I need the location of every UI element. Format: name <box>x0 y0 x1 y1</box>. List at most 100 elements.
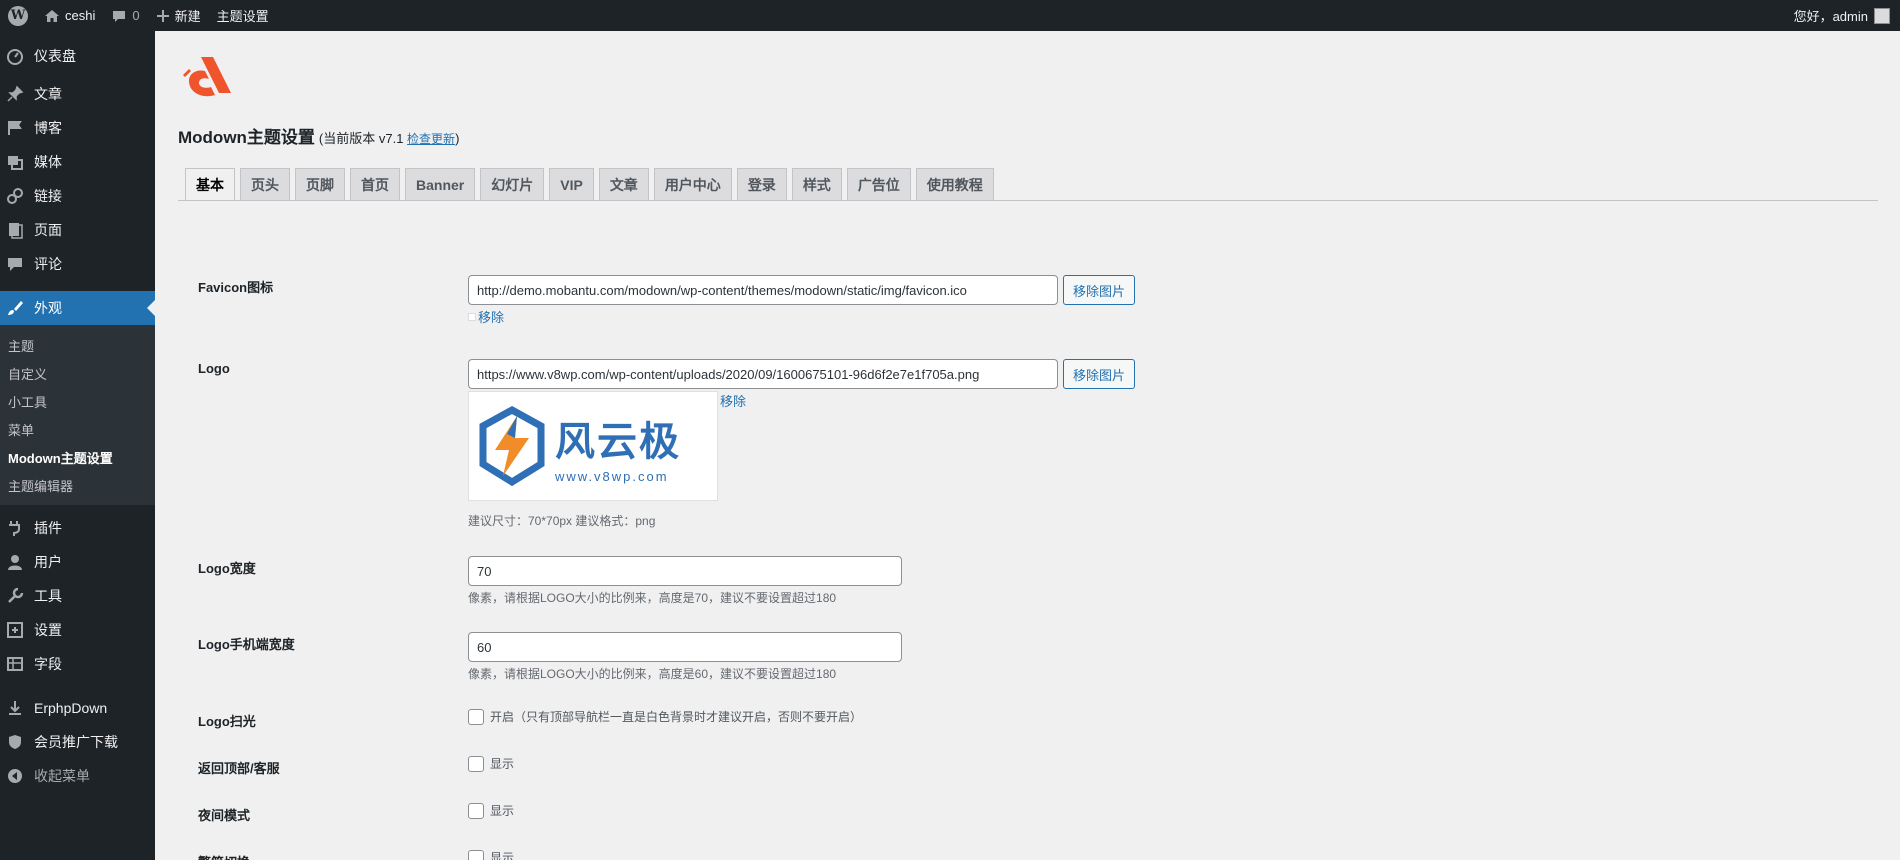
logo-width-input[interactable]: 70 <box>468 556 902 586</box>
logo-shine-checkbox[interactable] <box>468 708 484 725</box>
tab-header[interactable]: 页头 <box>240 168 290 201</box>
logo-preview-text: 风云极 www.v8wp.com <box>555 409 681 484</box>
logo-label: Logo <box>198 361 230 376</box>
avatar <box>1874 7 1890 24</box>
tab-home[interactable]: 首页 <box>350 168 400 201</box>
account-menu[interactable]: 您好，admin <box>1786 0 1900 31</box>
settings-icon <box>6 621 24 639</box>
erphpdown-icon <box>6 699 24 717</box>
menu-label: 媒体 <box>34 154 62 170</box>
night-mode-checkbox[interactable] <box>468 802 484 819</box>
menu-label: 字段 <box>34 656 62 672</box>
menu-appearance[interactable]: 外观 <box>0 291 155 325</box>
tab-posts[interactable]: 文章 <box>598 168 649 201</box>
menu-users[interactable]: 用户 <box>0 545 155 579</box>
tab-footer[interactable]: 页脚 <box>295 168 345 201</box>
version-text: (当前版本 v7.1 <box>318 131 408 146</box>
menu-label: 会员推广下载 <box>34 734 118 750</box>
night-mode-text: 显示 <box>490 804 515 818</box>
collapse-icon <box>6 767 24 785</box>
logo-remove-link[interactable]: 移除 <box>720 391 746 410</box>
page-title: Modown主题设置 (当前版本 v7.1 检查更新) <box>178 123 459 148</box>
menu-settings[interactable]: 设置 <box>0 613 155 647</box>
tab-tutorial[interactable]: 使用教程 <box>915 168 994 201</box>
menu-posts[interactable]: 文章 <box>0 77 155 111</box>
logo-field: https://www.v8wp.com/wp-content/uploads/… <box>468 359 1136 389</box>
plugin-icon <box>6 519 24 537</box>
version-info: (当前版本 v7.1 检查更新) <box>319 128 459 147</box>
logo-mobile-width-input[interactable]: 60 <box>468 632 902 662</box>
menu-label: 用户 <box>34 554 62 570</box>
back-top-text: 显示 <box>490 757 515 771</box>
flag-icon <box>6 119 24 137</box>
site-name-link[interactable]: ceshi <box>36 0 103 31</box>
menu-plugins[interactable]: 插件 <box>0 511 155 545</box>
site-name: ceshi <box>65 8 96 23</box>
logo-shine-option: 开启（只有顶部导航栏一直是白色背景时才建议开启，否则不要开启） <box>468 708 862 725</box>
trad-switch-text: 显示 <box>490 851 515 860</box>
menu-media[interactable]: 媒体 <box>0 145 155 179</box>
submenu-modown-settings[interactable]: Modown主题设置 <box>0 443 155 471</box>
favicon-label: Favicon图标 <box>198 280 274 295</box>
new-content-link[interactable]: 新建 <box>148 0 209 31</box>
submenu-themes[interactable]: 主题 <box>0 331 155 359</box>
menu-member-promo[interactable]: 会员推广下载 <box>0 725 155 759</box>
admin-sidebar: 仪表盘 文章 博客 媒体 链接 页面 评论 外观 主题 自定义 小工具 菜单 M… <box>0 31 155 860</box>
menu-label: 插件 <box>34 520 62 536</box>
favicon-remove-image-button[interactable]: 移除图片 <box>1063 275 1136 305</box>
dashboard-icon <box>6 47 24 65</box>
tab-vip[interactable]: VIP <box>549 168 594 201</box>
comments-link[interactable]: 0 <box>103 0 147 31</box>
submenu-widgets[interactable]: 小工具 <box>0 387 155 415</box>
logo-preview-url: www.v8wp.com <box>555 468 669 484</box>
plus-icon <box>156 9 169 22</box>
menu-label: 外观 <box>34 300 62 316</box>
menu-label: 仪表盘 <box>34 48 76 64</box>
trad-switch-label: 繁简切换 <box>198 852 250 860</box>
tabs-divider <box>178 200 1878 201</box>
logo-mobile-width-field: 60 像素，请根据LOGO大小的比例来，高度是60，建议不要设置超过180 <box>468 632 902 682</box>
menu-pages[interactable]: 页面 <box>0 213 155 247</box>
menu-collapse[interactable]: 收起菜单 <box>0 759 155 793</box>
back-top-label: 返回顶部/客服 <box>198 761 280 776</box>
logo-url-input[interactable]: https://www.v8wp.com/wp-content/uploads/… <box>468 359 1058 389</box>
check-update-link[interactable]: 检查更新 <box>407 132 455 146</box>
menu-dashboard[interactable]: 仪表盘 <box>0 39 155 73</box>
logo-hint: 建议尺寸：70*70px 建议格式：png <box>468 514 656 528</box>
tab-style[interactable]: 样式 <box>791 168 842 201</box>
logo-preview-image: 风云极 www.v8wp.com <box>468 391 718 501</box>
wrench-icon <box>6 587 24 605</box>
submenu-theme-editor[interactable]: 主题编辑器 <box>0 471 155 499</box>
favicon-url-input[interactable]: http://demo.mobantu.com/modown/wp-conten… <box>468 275 1058 305</box>
favicon-remove-link[interactable]: 移除 <box>478 307 504 326</box>
submenu-customize[interactable]: 自定义 <box>0 359 155 387</box>
tab-banner[interactable]: Banner <box>405 168 476 201</box>
comment-icon <box>6 255 24 273</box>
tab-ads[interactable]: 广告位 <box>846 168 911 201</box>
version-suffix: ) <box>455 131 460 146</box>
menu-tools[interactable]: 工具 <box>0 579 155 613</box>
tab-slider[interactable]: 幻灯片 <box>480 168 545 201</box>
settings-tabs: 基本 页头 页脚 首页 Banner 幻灯片 VIP 文章 用户中心 登录 样式… <box>185 168 994 201</box>
trad-switch-checkbox[interactable] <box>468 849 484 860</box>
favicon-preview: 移除 <box>468 307 504 326</box>
menu-fields[interactable]: 字段 <box>0 647 155 681</box>
menu-links[interactable]: 链接 <box>0 179 155 213</box>
tab-login[interactable]: 登录 <box>736 168 787 201</box>
shield-icon <box>6 733 24 751</box>
theme-settings-link[interactable]: 主题设置 <box>209 0 277 31</box>
logo-preview-title: 风云极 <box>555 418 681 465</box>
night-mode-label: 夜间模式 <box>198 808 251 823</box>
wordpress-logo-button[interactable]: W <box>0 0 36 31</box>
lightning-hexagon-icon <box>479 406 545 486</box>
menu-label: 页面 <box>34 222 62 238</box>
theme-settings-label: 主题设置 <box>216 9 269 24</box>
tab-basic[interactable]: 基本 <box>185 168 235 201</box>
menu-erphpdown[interactable]: ErphpDown <box>0 691 155 725</box>
logo-remove-image-button[interactable]: 移除图片 <box>1063 359 1136 389</box>
submenu-menus[interactable]: 菜单 <box>0 415 155 443</box>
tab-user-center[interactable]: 用户中心 <box>653 168 732 201</box>
menu-comments[interactable]: 评论 <box>0 247 155 281</box>
back-top-checkbox[interactable] <box>468 755 484 772</box>
menu-blog[interactable]: 博客 <box>0 111 155 145</box>
